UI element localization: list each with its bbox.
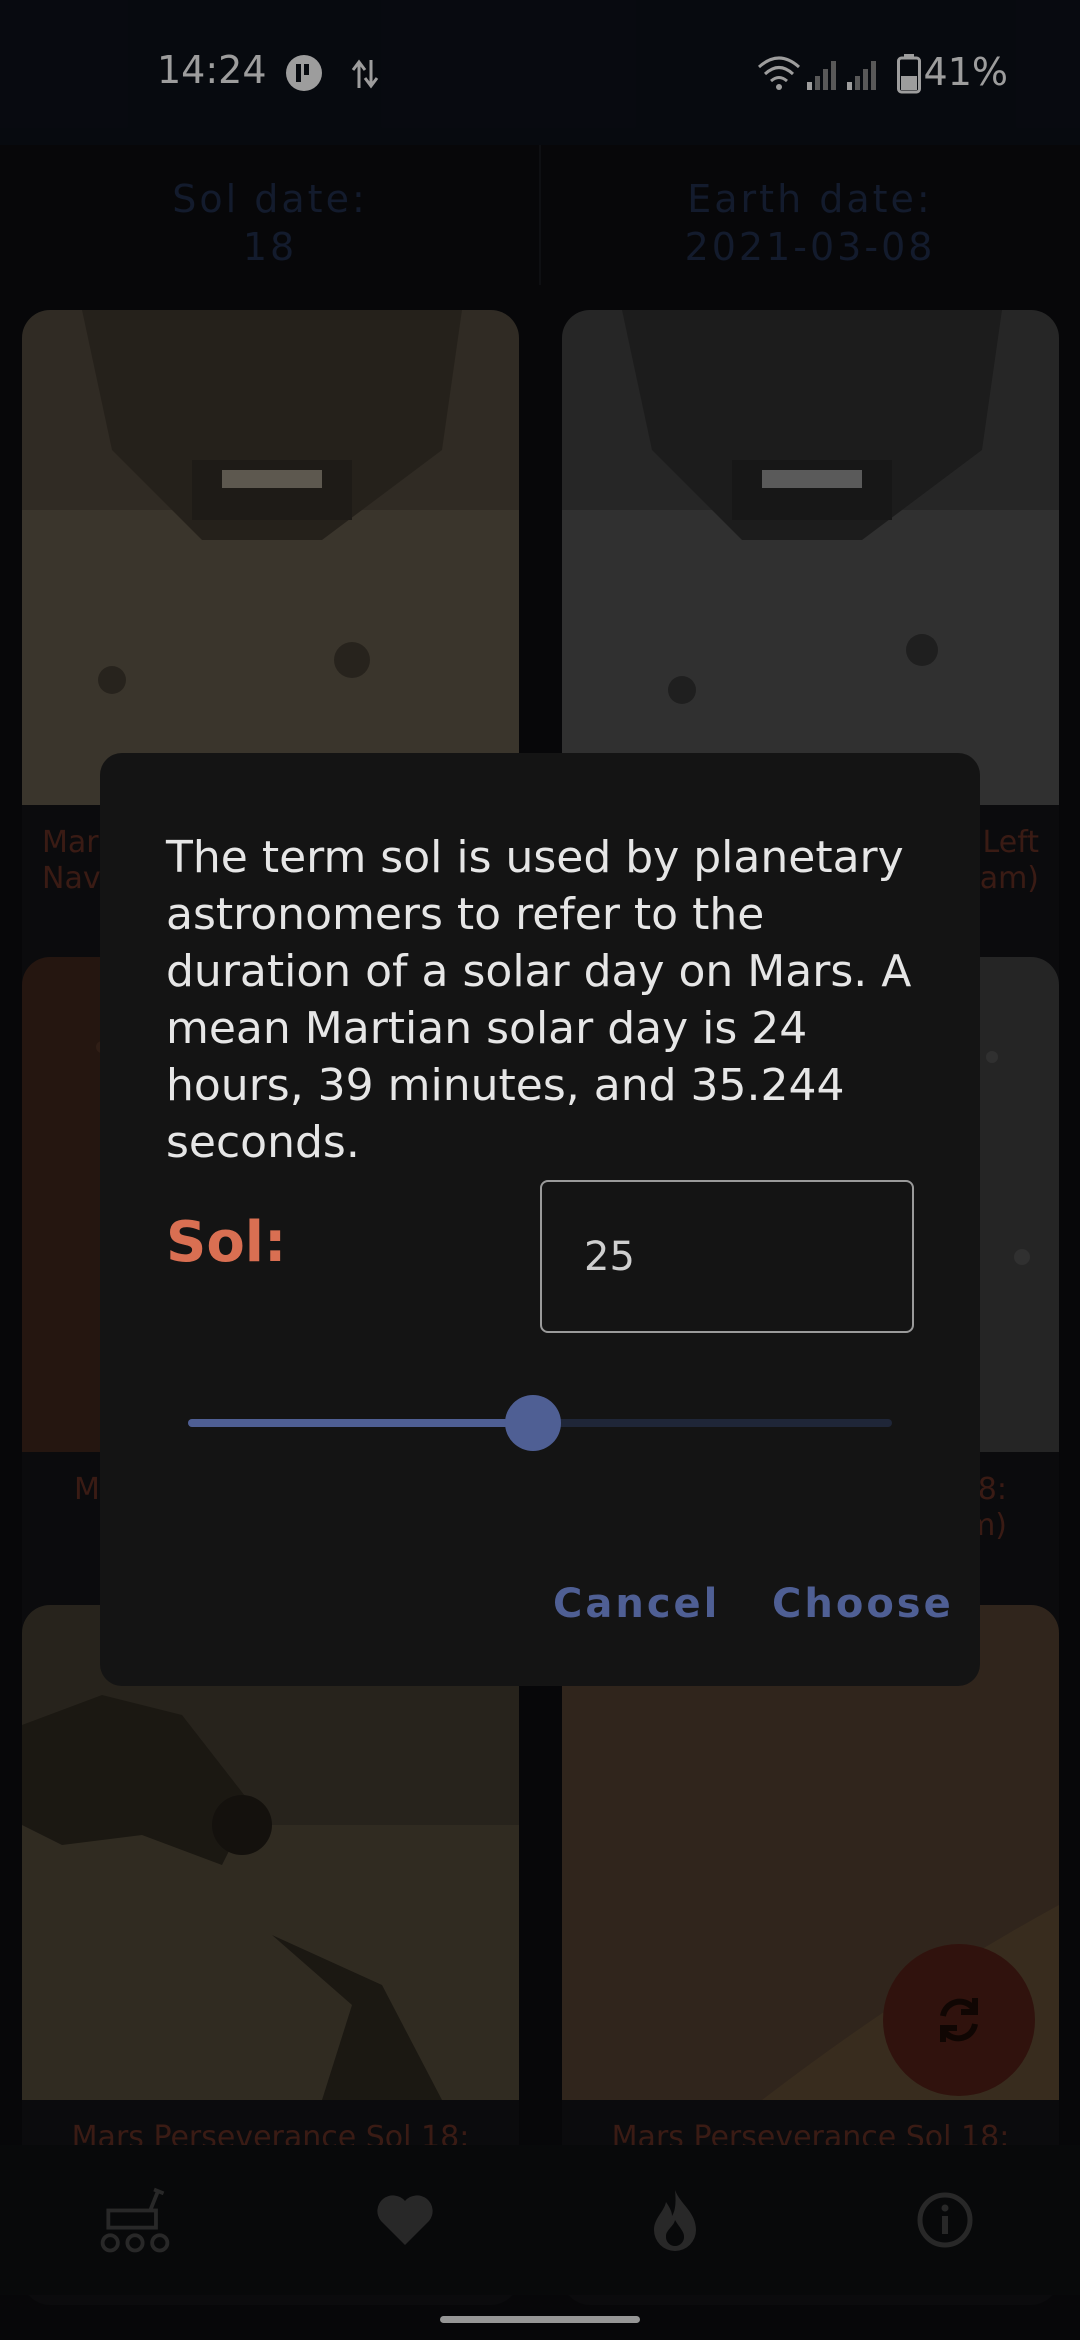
slider-thumb[interactable] — [504, 1395, 561, 1451]
sol-picker-dialog: The term sol is used by planetary astron… — [100, 753, 980, 1686]
sol-slider[interactable] — [188, 1393, 892, 1453]
sol-description: The term sol is used by planetary astron… — [166, 832, 912, 1168]
slider-active-track — [188, 1419, 533, 1427]
cancel-button[interactable]: Cancel — [553, 1581, 720, 1627]
sol-input[interactable] — [540, 1180, 914, 1333]
choose-button[interactable]: Choose — [772, 1581, 954, 1627]
sol-label: Sol: — [166, 1210, 287, 1275]
